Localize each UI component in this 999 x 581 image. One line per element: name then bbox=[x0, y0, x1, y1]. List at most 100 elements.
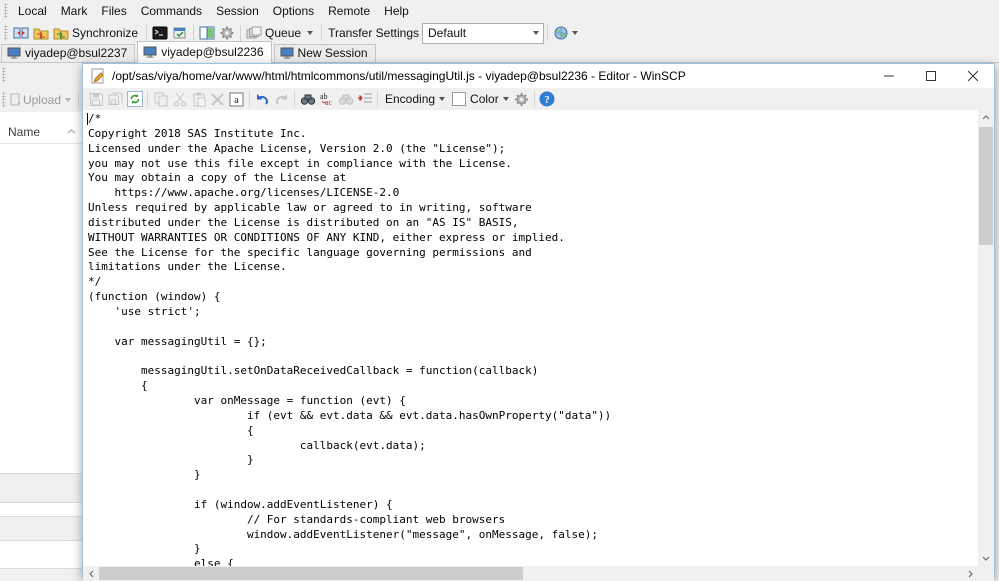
replace-icon: ab ac bbox=[320, 92, 333, 106]
menu-gripper[interactable] bbox=[4, 3, 8, 19]
panel-gripper[interactable] bbox=[2, 67, 6, 83]
name-column-header[interactable]: Name bbox=[0, 120, 82, 144]
save-as-button[interactable] bbox=[106, 89, 125, 109]
code-line: (function (window) { bbox=[88, 290, 221, 304]
code-line: { bbox=[88, 379, 148, 393]
session-tab[interactable]: viyadep@bsul2237 bbox=[1, 44, 136, 62]
paste-icon bbox=[193, 92, 205, 106]
code-line: you may not use this file except in comp… bbox=[88, 156, 512, 170]
code-line: callback(evt.data); bbox=[88, 438, 426, 452]
preferences-button[interactable] bbox=[217, 23, 237, 43]
code-editing-area[interactable]: /* Copyright 2018 SAS Institute Inc. Licen… bbox=[83, 110, 978, 566]
scroll-down-arrow[interactable] bbox=[978, 551, 994, 566]
code-line: var messagingUtil = {}; bbox=[88, 334, 267, 348]
transfer-settings-value: Default bbox=[428, 26, 467, 40]
save-as-icon bbox=[108, 92, 123, 105]
chevron-down-icon bbox=[502, 97, 509, 101]
cut-icon bbox=[173, 92, 186, 106]
go-to-line-button[interactable] bbox=[355, 89, 374, 109]
menu-item[interactable]: Local bbox=[11, 1, 54, 21]
remote-file-panel: Upload Name bbox=[0, 63, 82, 576]
code-line: See the License for the specific languag… bbox=[88, 245, 532, 259]
menu-item[interactable]: Help bbox=[377, 1, 416, 21]
code-line: } bbox=[88, 542, 201, 556]
horizontal-scroll-track[interactable] bbox=[99, 566, 962, 581]
code-line: else { bbox=[88, 557, 234, 566]
delete-icon bbox=[211, 92, 224, 106]
menu-item[interactable]: Commands bbox=[134, 1, 209, 21]
queue-icon bbox=[246, 26, 262, 39]
session-tab[interactable]: viyadep@bsul2236 bbox=[137, 41, 272, 63]
reload-button[interactable] bbox=[125, 89, 144, 109]
open-terminal-button[interactable] bbox=[150, 23, 170, 43]
chevron-right-icon bbox=[968, 570, 973, 577]
undo-button[interactable] bbox=[253, 89, 272, 109]
editor-toolbar-separator bbox=[377, 91, 378, 107]
cut-button[interactable] bbox=[170, 89, 189, 109]
menu-item[interactable]: Remote bbox=[321, 1, 377, 21]
panel-layout-icon bbox=[199, 26, 215, 40]
chevron-down-icon[interactable] bbox=[65, 97, 71, 102]
minimize-button[interactable] bbox=[868, 64, 910, 88]
vertical-scrollbar[interactable] bbox=[978, 110, 994, 566]
code-line: Licensed under the Apache License, Versi… bbox=[88, 141, 506, 155]
encoding-label: Encoding bbox=[385, 92, 436, 106]
select-all-button[interactable]: a bbox=[227, 89, 246, 109]
toolbar-separator bbox=[193, 25, 195, 41]
vertical-scroll-thumb[interactable] bbox=[979, 127, 993, 245]
editor-toolbar-separator bbox=[147, 91, 148, 107]
find-button[interactable] bbox=[298, 89, 317, 109]
delete-button[interactable] bbox=[208, 89, 227, 109]
reload-icon bbox=[126, 91, 143, 107]
upload-button-label[interactable]: Upload bbox=[23, 93, 61, 107]
select-all-icon: a bbox=[229, 92, 244, 106]
synchronize-browsing-icon bbox=[33, 28, 49, 40]
text-caret bbox=[87, 113, 88, 125]
synchronize-icon bbox=[53, 28, 69, 40]
toolbar-gripper[interactable] bbox=[4, 25, 8, 41]
menu-item[interactable]: Options bbox=[266, 1, 321, 21]
menu-item[interactable]: Session bbox=[209, 1, 266, 21]
scroll-left-arrow[interactable] bbox=[83, 566, 99, 581]
editor-content: /* Copyright 2018 SAS Institute Inc. Licen… bbox=[83, 110, 994, 566]
panel-layout-button[interactable] bbox=[197, 23, 217, 43]
encoding-dropdown[interactable]: Encoding bbox=[381, 92, 448, 106]
scroll-up-arrow[interactable] bbox=[978, 110, 994, 125]
scroll-right-arrow[interactable] bbox=[962, 566, 978, 581]
code-line: 'use strict'; bbox=[88, 304, 201, 318]
terminal-icon bbox=[152, 26, 168, 40]
editor-preferences-button[interactable] bbox=[512, 89, 531, 109]
paste-button[interactable] bbox=[189, 89, 208, 109]
code-line: /* bbox=[88, 112, 102, 125]
close-button[interactable] bbox=[952, 64, 994, 88]
compare-directories-button[interactable] bbox=[11, 23, 31, 43]
session-tab[interactable]: New Session bbox=[273, 44, 376, 62]
toolbar-separator bbox=[240, 25, 242, 41]
color-dropdown[interactable]: Color bbox=[448, 92, 512, 106]
gear-icon bbox=[220, 26, 234, 40]
menu-item[interactable]: Files bbox=[94, 1, 133, 21]
code-line: } bbox=[88, 468, 201, 482]
maximize-button[interactable] bbox=[910, 64, 952, 88]
copy-button[interactable] bbox=[151, 89, 170, 109]
panel-toolbar-gripper[interactable] bbox=[2, 91, 6, 108]
site-manager-button[interactable] bbox=[551, 23, 583, 43]
find-next-button[interactable] bbox=[336, 89, 355, 109]
session-tab-label: viyadep@bsul2236 bbox=[161, 44, 264, 59]
redo-button[interactable] bbox=[272, 89, 291, 109]
horizontal-scroll-thumb[interactable] bbox=[99, 567, 523, 580]
queue-button[interactable]: Queue bbox=[244, 23, 318, 43]
horizontal-scrollbar[interactable] bbox=[83, 566, 994, 581]
synchronize-button[interactable]: Synchronize bbox=[51, 23, 143, 43]
chevron-down-icon bbox=[307, 31, 314, 35]
save-button[interactable] bbox=[87, 89, 106, 109]
globe-icon bbox=[554, 26, 568, 40]
transfer-settings-combo[interactable]: Default bbox=[422, 22, 545, 44]
menu-item[interactable]: Mark bbox=[54, 1, 95, 21]
synchronize-browsing-button[interactable] bbox=[31, 23, 51, 43]
open-session-tool-button[interactable] bbox=[170, 23, 190, 43]
help-button[interactable]: ? bbox=[538, 89, 557, 109]
replace-button[interactable]: ab ac bbox=[317, 89, 336, 109]
